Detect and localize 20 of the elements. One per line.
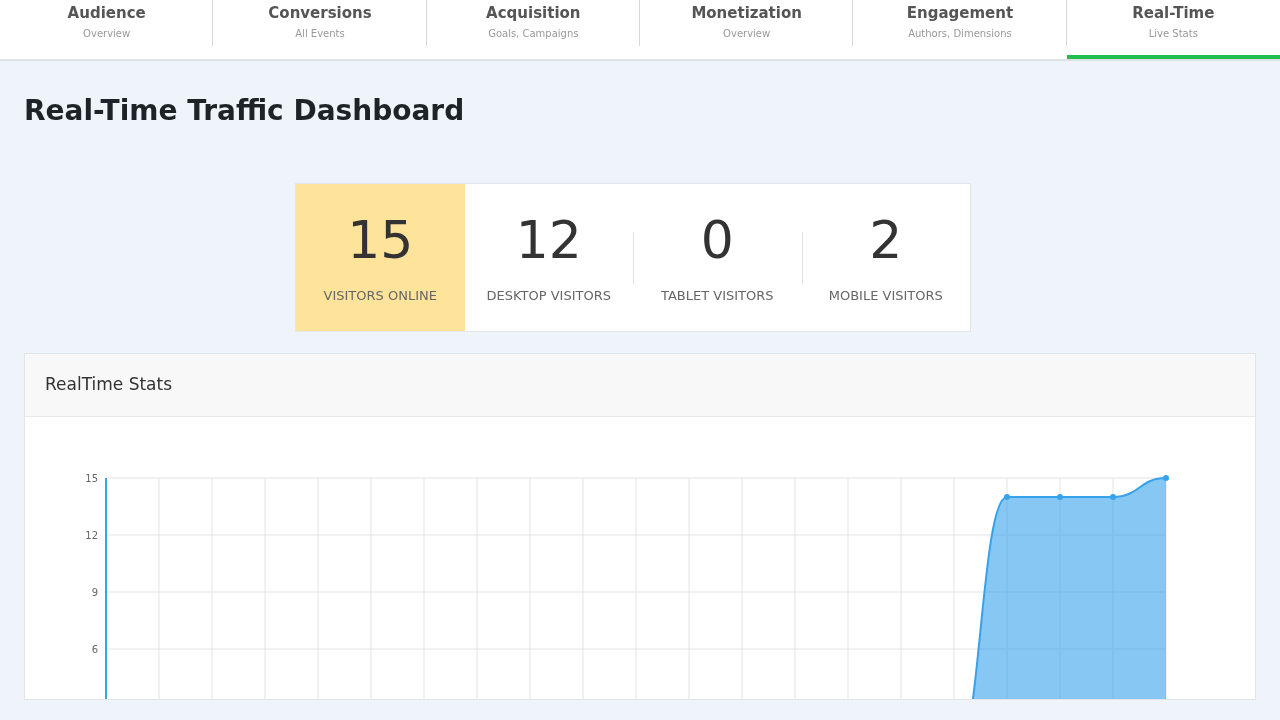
y-tick-label: 15 — [85, 473, 98, 484]
stat-value: 2 — [869, 209, 903, 270]
nav-tab[interactable]: Real-Time Live Stats — [1066, 0, 1280, 59]
stat-label: MOBILE VISITORS — [828, 286, 943, 305]
y-tick-label: 9 — [91, 587, 98, 598]
nav-tab[interactable]: Engagement Authors, Dimensions — [853, 0, 1067, 59]
y-tick-label: 12 — [85, 530, 98, 541]
panel-title: RealTime Stats — [45, 373, 173, 397]
nav-tab[interactable]: Audience Overview — [0, 0, 214, 59]
nav-tab[interactable]: Conversions All Events — [213, 0, 427, 59]
stat-label: DESKTOP VISITORS — [486, 286, 611, 305]
stat-value: 15 — [347, 209, 414, 270]
stat-label: VISITORS ONLINE — [323, 286, 437, 305]
stat-value: 0 — [700, 209, 734, 270]
page-title: Real-Time Traffic Dashboard — [24, 93, 466, 129]
nav-tab[interactable]: Acquisition Goals, Campaigns — [426, 0, 640, 59]
nav-tab[interactable]: Monetization Overview — [640, 0, 854, 59]
stat-value: 12 — [515, 209, 582, 270]
y-tick-label: 6 — [91, 644, 98, 655]
stat-label: TABLET VISITORS — [660, 286, 774, 305]
